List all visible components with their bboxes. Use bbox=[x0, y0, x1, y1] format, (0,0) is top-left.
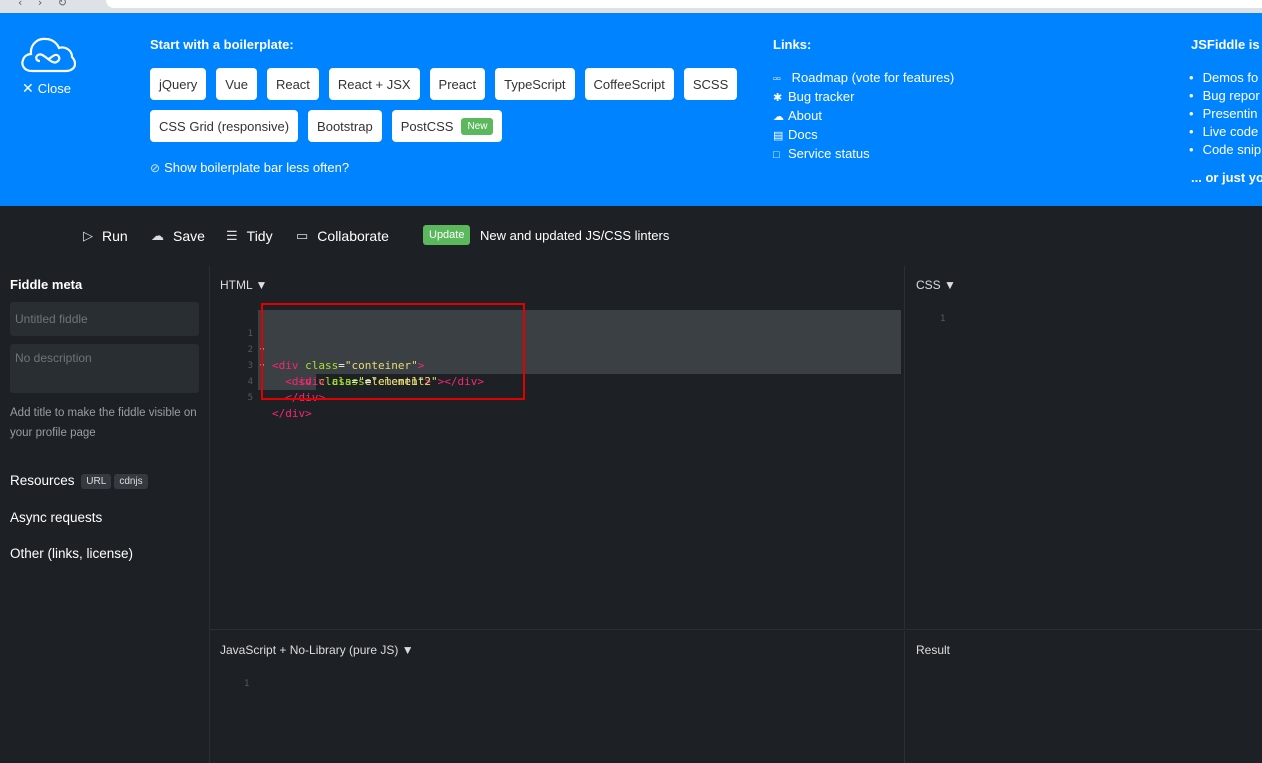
js-panel-label[interactable]: JavaScript + No-Library (pure JS) ▼ bbox=[220, 643, 414, 657]
title-hint: Add title to make the fiddle visible on … bbox=[10, 407, 197, 439]
boilerplate-title: Start with a boilerplate: bbox=[150, 37, 294, 52]
about-more: ... or just you bbox=[1191, 170, 1262, 185]
boilerplate-vue-button[interactable]: Vue bbox=[216, 68, 257, 100]
links-list: ▫▫ Roadmap (vote for features) ✱ Bug trac… bbox=[773, 69, 954, 164]
tidy-button[interactable]: ☰ Tidy bbox=[226, 228, 273, 244]
cloud-icon: ☁ bbox=[773, 111, 784, 123]
update-text[interactable]: New and updated JS/CSS linters bbox=[480, 228, 669, 243]
browser-nav-icon[interactable]: ‹ › ↻ bbox=[18, 0, 73, 9]
other-section[interactable]: Other (links, license) bbox=[10, 546, 133, 561]
fiddle-description-input[interactable]: No description bbox=[10, 344, 199, 393]
editor-toolbar: ▷ Run ☁ Save ☰ Tidy ▭ Collaborate Update New… bbox=[0, 206, 1262, 266]
css-panel[interactable]: CSS ▼ 1 bbox=[906, 266, 1262, 630]
boilerplate-buttons: jQuery Vue React React + JSX Preact Type… bbox=[150, 68, 750, 152]
about-item: Bug repor bbox=[1189, 87, 1261, 105]
css-panel-label[interactable]: CSS ▼ bbox=[916, 278, 956, 292]
fiddle-title-input[interactable]: Untitled fiddle bbox=[10, 302, 199, 336]
cdnjs-tag[interactable]: cdnjs bbox=[114, 473, 148, 489]
save-button[interactable]: ☁ Save bbox=[151, 228, 205, 244]
resources-section[interactable]: Resources URL cdnjs bbox=[10, 473, 148, 489]
show-boilerplate-less-link[interactable]: ⊘ Show boilerplate bar less often? bbox=[150, 160, 349, 175]
roadmap-link[interactable]: ▫▫ Roadmap (vote for features) bbox=[773, 69, 954, 88]
html-panel[interactable]: HTML ▼ 1 ▼ <div class="conteiner"> 2 ▼ <… bbox=[210, 266, 905, 630]
fiddle-meta-title: Fiddle meta bbox=[10, 277, 83, 292]
service-status-link[interactable]: □ Service status bbox=[773, 145, 954, 164]
boilerplate-jquery-button[interactable]: jQuery bbox=[150, 68, 207, 100]
bug-icon: ✱ bbox=[773, 92, 783, 104]
boilerplate-bar: ✕ Close Start with a boilerplate: jQuery … bbox=[0, 13, 1262, 206]
docs-icon: ▤ bbox=[773, 130, 784, 142]
update-badge[interactable]: Update bbox=[423, 225, 471, 245]
fiddle-meta-sidebar: Fiddle meta Untitled fiddle No descripti… bbox=[0, 266, 210, 763]
bug-tracker-link[interactable]: ✱ Bug tracker bbox=[773, 88, 954, 107]
address-bar[interactable] bbox=[106, 0, 1262, 8]
about-title: JSFiddle is bbox=[1191, 37, 1260, 52]
about-list: Demos fo Bug repor Presentin Live code C… bbox=[1189, 69, 1262, 159]
play-icon: ▷ bbox=[83, 228, 93, 243]
boilerplate-scss-button[interactable]: SCSS bbox=[683, 68, 738, 100]
result-panel: Result bbox=[906, 631, 1262, 763]
async-requests-section[interactable]: Async requests bbox=[10, 510, 102, 525]
about-item: Demos fo bbox=[1189, 69, 1261, 87]
html-panel-label[interactable]: HTML ▼ bbox=[220, 278, 267, 292]
jsfiddle-logo-icon bbox=[21, 37, 76, 73]
status-icon: □ bbox=[773, 149, 780, 161]
about-link[interactable]: ☁ About bbox=[773, 107, 954, 126]
about-item: Presentin bbox=[1189, 105, 1261, 123]
new-badge: New bbox=[461, 117, 494, 135]
result-panel-label: Result bbox=[916, 643, 951, 657]
run-button[interactable]: ▷ Run bbox=[83, 228, 128, 244]
boilerplate-css-grid-button[interactable]: CSS Grid (responsive) bbox=[150, 110, 299, 142]
roadmap-icon: ▫▫ bbox=[773, 73, 781, 85]
about-item: Code snip bbox=[1189, 141, 1262, 159]
about-item: Live code bbox=[1189, 123, 1261, 141]
collaborate-button[interactable]: ▭ Collaborate bbox=[296, 228, 389, 244]
close-icon: ✕ bbox=[22, 80, 34, 96]
links-title: Links: bbox=[773, 37, 812, 52]
align-lines-icon: ☰ bbox=[226, 228, 238, 243]
chat-bubble-icon: ▭ bbox=[296, 228, 309, 243]
js-panel[interactable]: JavaScript + No-Library (pure JS) ▼ 1 bbox=[210, 631, 905, 763]
boilerplate-typescript-button[interactable]: TypeScript bbox=[495, 68, 575, 100]
boilerplate-coffeescript-button[interactable]: CoffeeScript bbox=[584, 68, 674, 100]
close-boilerplate-button[interactable]: ✕ Close bbox=[22, 80, 71, 97]
boilerplate-bootstrap-button[interactable]: Bootstrap bbox=[308, 110, 382, 142]
eye-slash-icon: ⊘ bbox=[150, 161, 161, 175]
boilerplate-react-button[interactable]: React bbox=[266, 68, 319, 100]
line-number: 1 bbox=[940, 314, 946, 324]
cloud-upload-icon: ☁ bbox=[151, 228, 164, 243]
line-number: 1 bbox=[244, 679, 250, 689]
boilerplate-postcss-button[interactable]: PostCSS New bbox=[391, 110, 503, 142]
url-tag[interactable]: URL bbox=[81, 473, 112, 489]
red-annotation-box bbox=[261, 303, 525, 400]
boilerplate-preact-button[interactable]: Preact bbox=[429, 68, 486, 100]
docs-link[interactable]: ▤ Docs bbox=[773, 126, 954, 145]
boilerplate-react-jsx-button[interactable]: React + JSX bbox=[328, 68, 420, 100]
browser-toolbar: ‹ › ↻ bbox=[0, 0, 1262, 13]
html-line-5: </div> bbox=[272, 407, 312, 420]
